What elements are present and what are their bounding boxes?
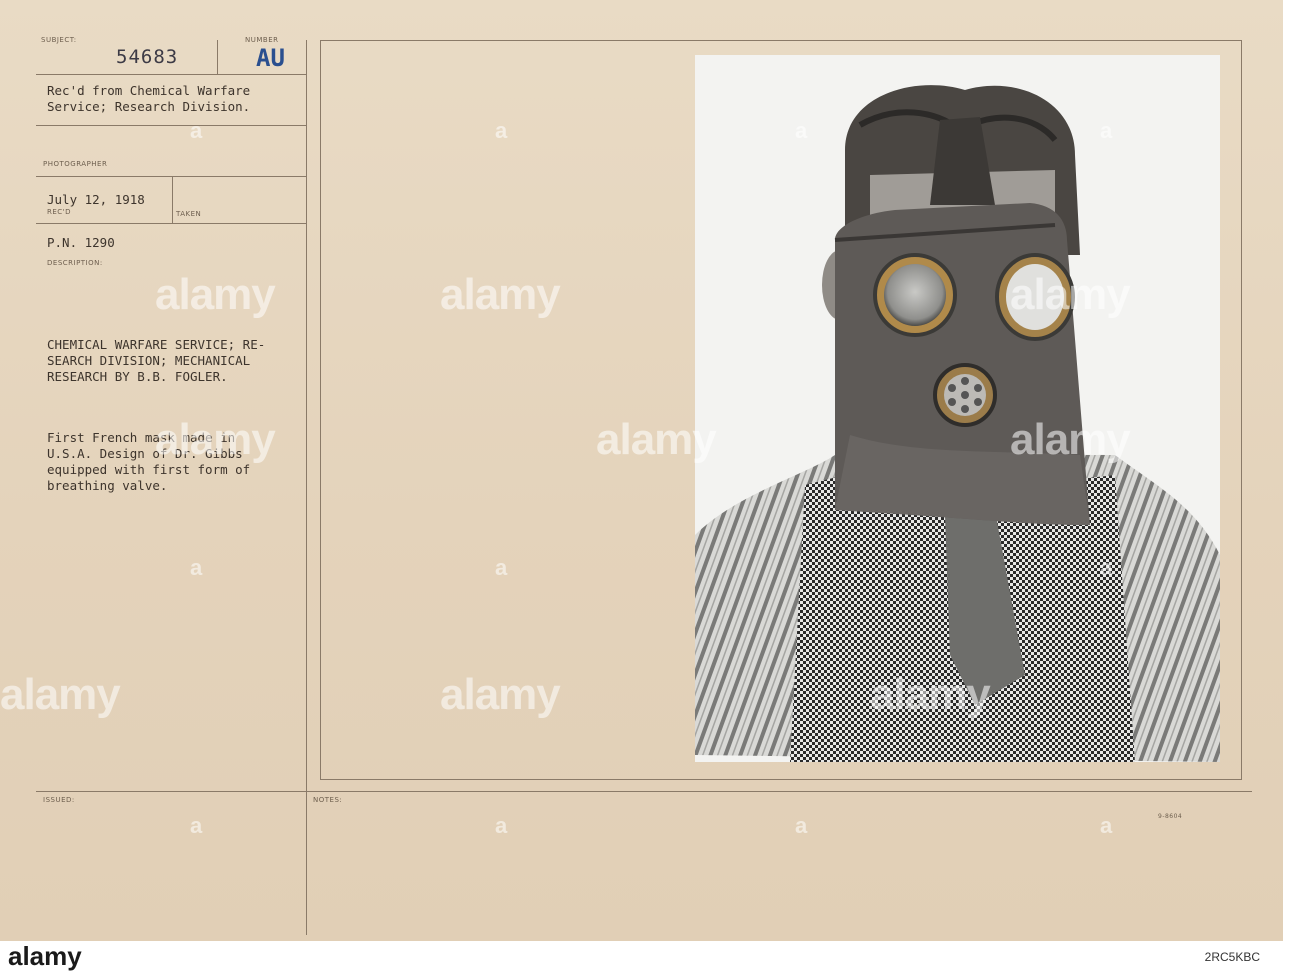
watermark-dot-5: a [190,555,203,580]
number-code: AU [256,44,285,72]
number-label: NUMBER [245,36,279,44]
gas-mask-portrait-icon [695,55,1220,762]
footer-image-id: 2RC5KBC [1204,950,1260,964]
photographer-label: PHOTOGRAPHER [43,160,108,168]
subject-label: SUBJECT: [41,36,77,44]
taken-label: TAKEN [176,210,202,218]
pn-number: P.N. 1290 [47,235,115,250]
issued-label: ISSUED: [43,796,75,804]
watermark-dot-11: a [1100,813,1113,838]
recd-label: REC'D [47,208,71,216]
footer-bar [0,941,1300,974]
watermark-dot-8: a [190,813,203,838]
watermark-9: alamy [155,415,276,464]
watermark-dot-9: a [495,813,508,838]
watermark-7: alamy [870,670,991,719]
subject-number: 54683 [116,46,179,68]
watermark-5: alamy [0,670,121,719]
rule-left-column [306,40,307,935]
description-header: CHEMICAL WARFARE SERVICE; RE- SEARCH DIV… [47,337,266,384]
rule-received [36,125,306,126]
watermark-dot-6: a [495,555,508,580]
rule-date-divider [172,176,173,224]
form-code: 9-8604 [1158,813,1183,820]
record-card: SUBJECT: NUMBER 54683 AU Rec'd from Chem… [0,0,1283,941]
watermark-dot-7: a [1100,555,1113,580]
watermark-dot-2: a [495,118,508,143]
rule-subject [36,74,306,75]
watermark-2: alamy [596,415,717,464]
photograph [695,55,1220,762]
watermark-3: alamy [1010,270,1131,319]
description-label: DESCRIPTION: [47,259,103,267]
watermark-8: alamy [1010,415,1131,464]
received-from: Rec'd from Chemical Warfare Service; Res… [47,83,251,114]
watermark-4: alamy [440,270,561,319]
rule-number-divider [217,40,218,74]
rule-date [36,223,306,224]
watermark-dot-3: a [795,118,808,143]
watermark-6: alamy [440,670,561,719]
watermark-dot-4: a [1100,118,1113,143]
rule-photographer [36,176,306,177]
date: July 12, 1918 [47,192,145,207]
rule-bottom [36,791,1252,792]
watermark-dot-1: a [190,118,203,143]
footer-brand-logo: alamy [8,941,82,971]
watermark-1: alamy [155,270,276,319]
watermark-dot-10: a [795,813,808,838]
notes-label: NOTES: [313,796,343,804]
